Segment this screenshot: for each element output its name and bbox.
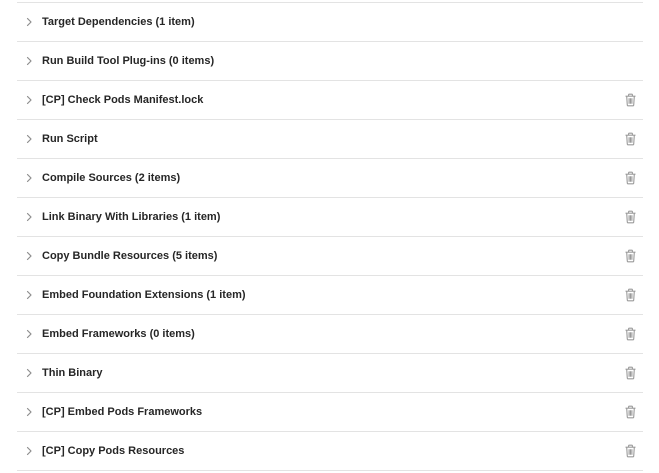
trash-icon[interactable] — [624, 171, 637, 185]
build-phase-row[interactable]: Embed Foundation Extensions (1 item) — [17, 276, 643, 315]
build-phase-row[interactable]: Link Binary With Libraries (1 item) — [17, 198, 643, 237]
build-phase-row[interactable]: [CP] Check Pods Manifest.lock — [17, 81, 643, 120]
build-phase-label: [CP] Embed Pods Frameworks — [42, 406, 203, 418]
trash-icon[interactable] — [624, 327, 637, 341]
chevron-right-icon[interactable] — [24, 407, 34, 417]
chevron-right-icon[interactable] — [24, 329, 34, 339]
trash-icon[interactable] — [624, 210, 637, 224]
build-phase-label: Run Build Tool Plug-ins (0 items) — [42, 55, 215, 67]
build-phase-row[interactable]: Run Script — [17, 120, 643, 159]
build-phase-label: Thin Binary — [42, 367, 103, 379]
build-phase-label: Copy Bundle Resources (5 items) — [42, 250, 218, 262]
chevron-right-icon[interactable] — [24, 95, 34, 105]
chevron-right-icon[interactable] — [24, 290, 34, 300]
trash-icon[interactable] — [624, 93, 637, 107]
trash-icon[interactable] — [624, 366, 637, 380]
chevron-right-icon[interactable] — [24, 251, 34, 261]
trash-icon[interactable] — [624, 249, 637, 263]
build-phase-label: [CP] Check Pods Manifest.lock — [42, 94, 204, 106]
build-phase-label: Embed Foundation Extensions (1 item) — [42, 289, 246, 301]
chevron-right-icon[interactable] — [24, 212, 34, 222]
build-phase-row[interactable]: [CP] Copy Pods Resources — [17, 432, 643, 471]
chevron-right-icon[interactable] — [24, 134, 34, 144]
trash-icon[interactable] — [624, 132, 637, 146]
chevron-right-icon[interactable] — [24, 173, 34, 183]
trash-icon[interactable] — [624, 405, 637, 419]
build-phases-list: Target Dependencies (1 item) Run Build To… — [0, 0, 659, 473]
trash-icon[interactable] — [624, 288, 637, 302]
chevron-right-icon[interactable] — [24, 56, 34, 66]
build-phase-label: Link Binary With Libraries (1 item) — [42, 211, 221, 223]
build-phase-row[interactable]: [CP] Embed Pods Frameworks — [17, 393, 643, 432]
build-phase-row[interactable]: Thin Binary — [17, 354, 643, 393]
chevron-right-icon[interactable] — [24, 17, 34, 27]
build-phase-label: Embed Frameworks (0 items) — [42, 328, 195, 340]
build-phase-row[interactable]: Compile Sources (2 items) — [17, 159, 643, 198]
chevron-right-icon[interactable] — [24, 446, 34, 456]
chevron-right-icon[interactable] — [24, 368, 34, 378]
build-phase-label: Compile Sources (2 items) — [42, 172, 181, 184]
build-phase-label: Target Dependencies (1 item) — [42, 16, 195, 28]
build-phase-row[interactable]: Run Build Tool Plug-ins (0 items) — [17, 42, 643, 81]
build-phase-row[interactable]: Copy Bundle Resources (5 items) — [17, 237, 643, 276]
build-phase-row[interactable]: Embed Frameworks (0 items) — [17, 315, 643, 354]
build-phase-row[interactable]: Target Dependencies (1 item) — [17, 3, 643, 42]
build-phase-label: [CP] Copy Pods Resources — [42, 445, 185, 457]
build-phase-label: Run Script — [42, 133, 98, 145]
trash-icon[interactable] — [624, 444, 637, 458]
